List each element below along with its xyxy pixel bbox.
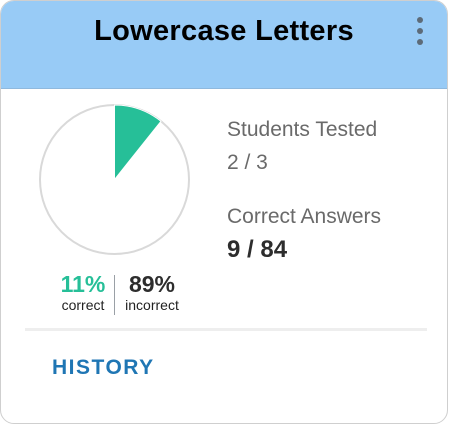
section-divider xyxy=(25,328,427,331)
correct-label: correct xyxy=(61,297,105,313)
results-card: Lowercase Letters 11% correct 89% incorr… xyxy=(0,0,448,424)
correct-percent: 11% xyxy=(60,271,106,297)
menu-dot xyxy=(417,28,423,34)
students-tested-label: Students Tested xyxy=(227,118,378,141)
more-options-icon[interactable] xyxy=(409,15,431,47)
menu-dot xyxy=(417,17,423,23)
students-tested-value: 2 / 3 xyxy=(227,151,268,174)
menu-dot xyxy=(417,39,423,45)
history-link[interactable]: HISTORY xyxy=(52,356,155,380)
correct-answers-value: 9 / 84 xyxy=(227,236,288,263)
summary-divider xyxy=(114,275,115,315)
incorrect-summary: 89% incorrect xyxy=(119,271,185,313)
correct-summary: 11% correct xyxy=(57,271,109,313)
correct-answers-label: Correct Answers xyxy=(227,205,382,228)
card-title: Lowercase Letters xyxy=(94,15,354,47)
card-header: Lowercase Letters xyxy=(1,1,447,89)
pie-chart-svg xyxy=(39,104,190,255)
incorrect-percent: 89% xyxy=(128,271,176,297)
incorrect-label: incorrect xyxy=(125,297,179,313)
results-pie-chart xyxy=(39,104,190,255)
